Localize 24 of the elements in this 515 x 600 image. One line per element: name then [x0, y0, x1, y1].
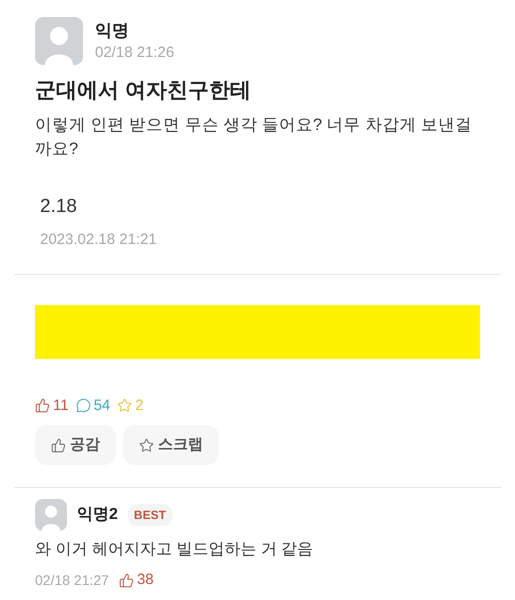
post-body: 이렇게 인편 받으면 무슨 생각 들어요? 너무 차갑게 보낸걸 까요? [35, 115, 473, 160]
avatar-icon [35, 499, 67, 531]
scrap-button[interactable]: 스크랩 [123, 425, 219, 465]
comment-text: 와 이거 헤어지자고 빌드업하는 거 같음 [35, 540, 314, 560]
post-title: 군대에서 여자친구한테 [35, 78, 252, 104]
avatar-icon [35, 17, 83, 65]
count-label: 2 [135, 396, 144, 416]
like-count: 38 [136, 570, 154, 590]
star-icon [117, 398, 132, 414]
comment-author: 익명2 [77, 505, 118, 525]
thumbs-up-icon [51, 438, 66, 452]
note-text: 2.18 [40, 195, 78, 219]
thumbs-up-icon [35, 398, 50, 414]
author-name: 익명 [95, 20, 130, 42]
like-button[interactable]: 공감 [35, 425, 116, 465]
best-badge: BEST [128, 504, 172, 526]
note-date: 2023.02.18 21:21 [40, 230, 158, 250]
post-time: 02/18 21:26 [95, 43, 174, 63]
star-icon [139, 438, 154, 452]
count-label: 11 [53, 396, 69, 416]
speech-bubble-icon [76, 398, 91, 414]
thumbs-up-icon [118, 572, 134, 588]
count-label: 54 [94, 396, 110, 416]
comment-time: 02/18 21:27 [35, 570, 109, 590]
